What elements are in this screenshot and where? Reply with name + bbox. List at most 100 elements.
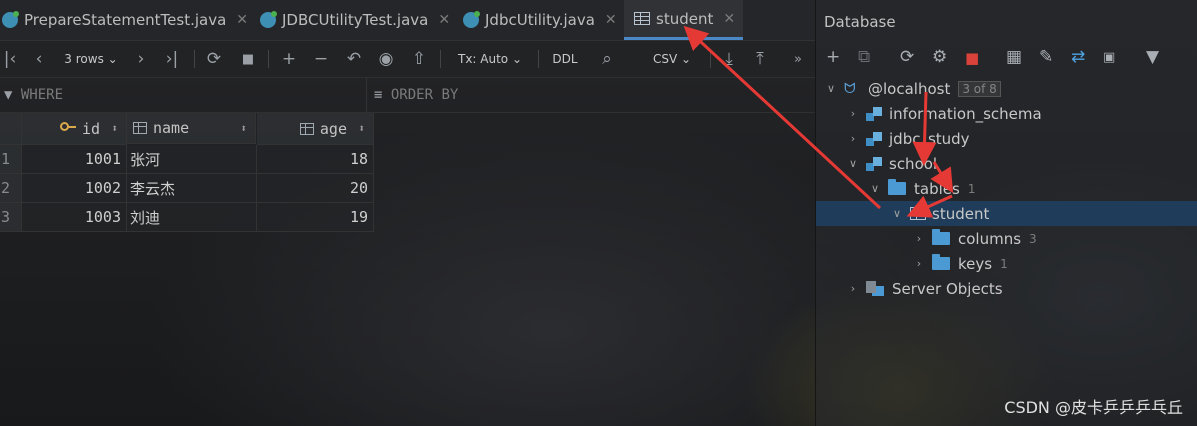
last-page-icon[interactable]: ›| <box>160 41 184 77</box>
stop-icon[interactable]: ■ <box>237 41 259 77</box>
tree-node-schema[interactable]: › jdbc_study <box>816 126 1197 151</box>
table-view-icon[interactable]: ▦ <box>1006 47 1022 67</box>
tree-node-table-student[interactable]: ∨ student <box>816 201 1197 226</box>
tables-count: 1 <box>967 181 976 196</box>
chevron-down-icon[interactable]: ∨ <box>846 157 860 170</box>
refresh-icon[interactable]: ⟳ <box>900 47 914 67</box>
properties-icon[interactable]: ⚙ <box>932 47 947 67</box>
cell-id[interactable]: 1001 <box>22 145 127 174</box>
edit-icon[interactable]: ✎ <box>1039 47 1053 67</box>
close-icon[interactable]: ✕ <box>605 12 617 28</box>
filter-icon[interactable]: ▼ <box>1146 47 1159 67</box>
refresh-icon[interactable]: ⟳ <box>203 41 225 77</box>
tab-student[interactable]: student ✕ <box>624 0 744 40</box>
delete-row-icon[interactable]: − <box>310 41 332 77</box>
export-format-dropdown[interactable]: CSV ⌄ <box>646 41 698 77</box>
submit-icon[interactable]: ⇧ <box>408 41 430 77</box>
upload-icon[interactable]: ⤒ <box>749 41 771 77</box>
folder-icon <box>888 179 906 195</box>
close-icon[interactable]: ✕ <box>723 11 735 27</box>
tx-label: Tx: Auto <box>457 52 509 66</box>
tx-mode-dropdown[interactable]: Tx: Auto ⌄ <box>452 41 528 77</box>
tree-node-schema[interactable]: ∨ school <box>816 151 1197 176</box>
stop-icon[interactable]: ■ <box>965 49 979 67</box>
tree-node-server-objects[interactable]: › Server Objects <box>816 276 1197 301</box>
close-icon[interactable]: ✕ <box>438 12 450 28</box>
column-header-name[interactable]: name ⬍ <box>127 113 256 144</box>
filter-icon: ▼ <box>4 87 13 103</box>
schema-label: school <box>889 154 938 173</box>
more-icon[interactable]: » <box>788 41 808 77</box>
filter-bar: ▼ WHERE ≡ ORDER BY <box>0 78 815 113</box>
order-by-label: ORDER BY <box>390 87 459 103</box>
tree-node-schema[interactable]: › information_schema <box>816 101 1197 126</box>
add-icon[interactable]: + <box>826 47 840 67</box>
chevron-right-icon[interactable]: › <box>846 282 860 295</box>
where-filter[interactable]: ▼ WHERE <box>4 87 63 103</box>
column-label: name <box>153 119 190 137</box>
column-header-age[interactable]: age ⬍ <box>257 113 374 145</box>
java-class-icon <box>2 11 19 28</box>
preview-icon[interactable]: ◉ <box>375 41 397 77</box>
ddl-button[interactable]: DDL <box>548 41 582 77</box>
table-icon <box>910 207 926 220</box>
cell-name[interactable]: 李云杰 <box>127 174 257 203</box>
database-panel: Database + ⧉ ⟳ ⚙ ■ ▦ ✎ ⇄ ▣ ▼ ∨ ᗢ @localh… <box>815 0 1197 426</box>
chevron-right-icon[interactable]: › <box>846 107 860 120</box>
prev-page-icon[interactable]: ‹ <box>30 41 48 77</box>
column-label: age <box>319 119 347 138</box>
cell-age[interactable]: 20 <box>257 174 374 203</box>
tab-preparestatementtest[interactable]: PrepareStatementTest.java ✕ <box>2 0 248 40</box>
order-by-filter[interactable]: ≡ ORDER BY <box>374 87 458 103</box>
tab-label: PrepareStatementTest.java <box>24 11 227 29</box>
chevron-right-icon[interactable]: › <box>912 257 926 270</box>
cell-age[interactable]: 19 <box>257 203 374 232</box>
download-icon[interactable]: ⤓ <box>718 41 740 77</box>
data-toolbar: |‹ ‹ 3 rows ⌄ › ›| ⟳ ■ + − ↶ ◉ ⇧ Tx: Aut… <box>0 41 815 78</box>
row-number[interactable]: 1 <box>0 145 22 174</box>
chevron-right-icon[interactable]: › <box>846 132 860 145</box>
column-icon <box>133 122 147 134</box>
tree-node-columns[interactable]: › columns 3 <box>816 226 1197 251</box>
rows-label: 3 rows <box>64 52 104 66</box>
tree-node-keys[interactable]: › keys 1 <box>816 251 1197 276</box>
sort-icon[interactable]: ⬍ <box>111 122 118 135</box>
cell-name[interactable]: 刘迪 <box>127 203 257 232</box>
column-label: id <box>81 119 100 138</box>
sort-icon[interactable]: ⬍ <box>358 122 365 135</box>
tables-label: tables <box>914 179 960 198</box>
sort-icon[interactable]: ⬍ <box>240 122 247 135</box>
search-icon[interactable]: ⌕ <box>596 41 618 77</box>
tree-node-tables[interactable]: ∨ tables 1 <box>816 176 1197 201</box>
cell-id[interactable]: 1002 <box>22 174 127 203</box>
close-icon[interactable]: ✕ <box>236 12 248 28</box>
console-icon[interactable]: ▣ <box>1103 50 1115 65</box>
panel-title: Database <box>824 13 896 31</box>
server-objects-icon <box>866 281 884 296</box>
chevron-down-icon[interactable]: ∨ <box>824 82 838 95</box>
sort-lines-icon: ≡ <box>374 87 383 103</box>
columns-count: 3 <box>1029 231 1037 246</box>
cell-age[interactable]: 18 <box>257 145 374 174</box>
column-header-id[interactable]: id ⬍ <box>22 113 127 145</box>
rows-dropdown[interactable]: 3 rows ⌄ <box>60 41 122 77</box>
cell-id[interactable]: 1003 <box>22 203 127 232</box>
jump-icon[interactable]: ⇄ <box>1071 47 1085 67</box>
add-row-icon[interactable]: + <box>278 41 300 77</box>
copy-icon[interactable]: ⧉ <box>858 47 870 67</box>
chevron-down-icon[interactable]: ∨ <box>868 182 882 195</box>
first-page-icon[interactable]: |‹ <box>2 41 18 77</box>
row-number[interactable]: 2 <box>0 174 22 203</box>
tree-node-host[interactable]: ∨ ᗢ @localhost 3 of 8 <box>816 76 1197 101</box>
chevron-right-icon[interactable]: › <box>912 232 926 245</box>
tab-jdbcutilitytest[interactable]: JDBCUtilityTest.java ✕ <box>260 0 450 40</box>
server-objects-label: Server Objects <box>892 279 1003 298</box>
chevron-down-icon[interactable]: ∨ <box>890 207 904 220</box>
keys-count: 1 <box>1000 256 1008 271</box>
cell-name[interactable]: 张河 <box>127 145 257 174</box>
row-number[interactable]: 3 <box>0 203 22 232</box>
next-page-icon[interactable]: › <box>132 41 150 77</box>
revert-icon[interactable]: ↶ <box>343 41 365 77</box>
columns-label: columns <box>958 229 1022 248</box>
tab-jdbcutility[interactable]: JdbcUtility.java ✕ <box>463 0 617 40</box>
